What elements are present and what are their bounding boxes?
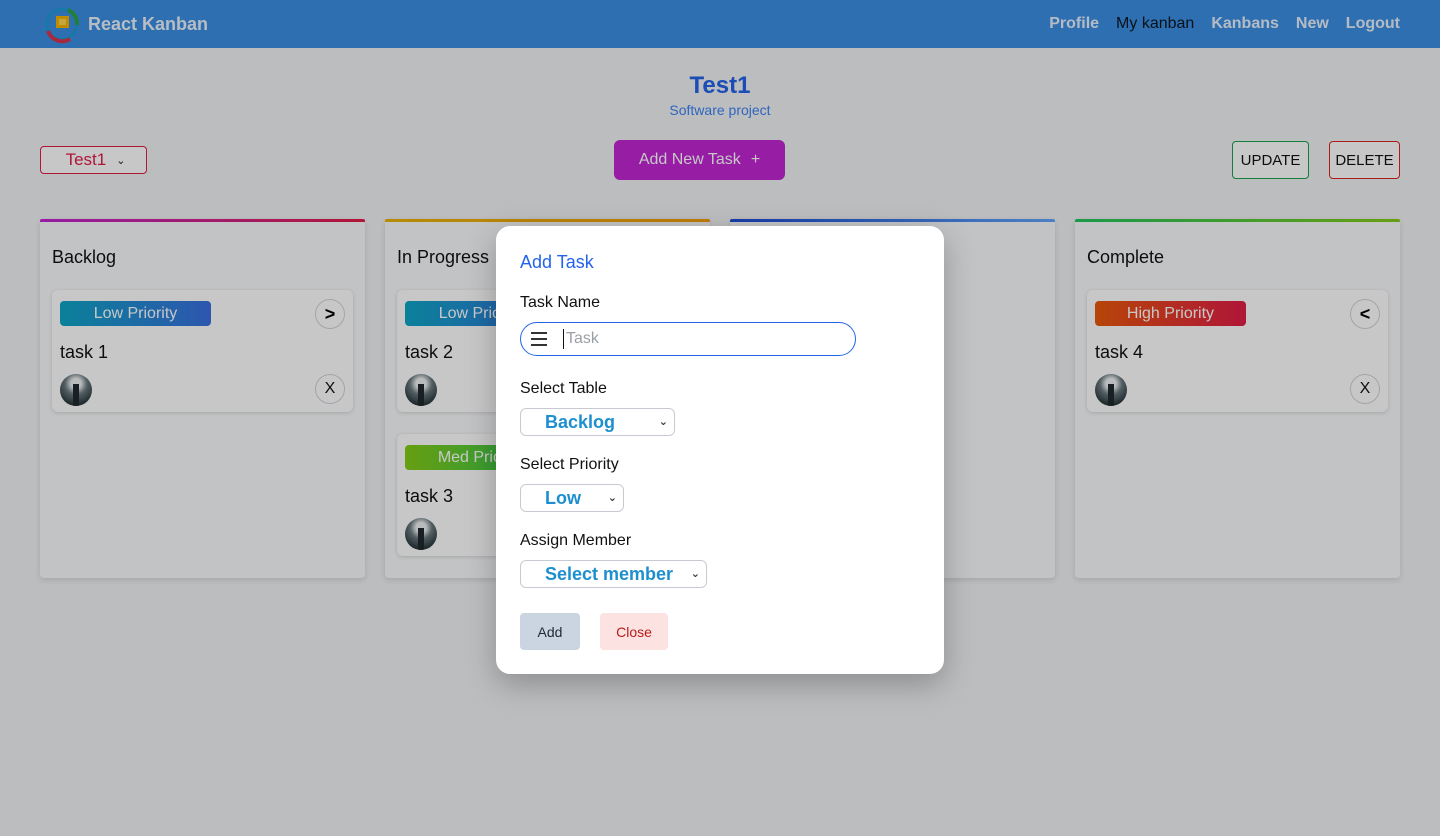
list-icon — [531, 332, 547, 346]
select-priority-label: Select Priority — [520, 456, 619, 473]
chevron-down-icon: ⌄ — [690, 568, 700, 580]
task-name-field[interactable] — [520, 322, 856, 356]
select-table-value: Backlog — [545, 411, 616, 432]
assign-member-label: Assign Member — [520, 532, 632, 549]
add-task-modal: Add Task Task Name Select Table Backlog … — [496, 226, 944, 674]
modal-title: Add Task — [520, 252, 594, 272]
task-name-label: Task Name — [520, 294, 601, 311]
assign-member-dropdown[interactable]: Select member ⌄ — [520, 560, 707, 588]
assign-member-value: Select member — [545, 563, 674, 584]
text-cursor — [563, 329, 564, 349]
close-button[interactable]: Close — [600, 613, 668, 650]
chevron-down-icon: ⌄ — [607, 492, 617, 504]
select-priority-dropdown[interactable]: Low ⌄ — [520, 484, 624, 512]
select-table-dropdown[interactable]: Backlog ⌄ — [520, 408, 675, 436]
select-priority-value: Low — [545, 487, 581, 508]
task-name-input[interactable] — [566, 330, 826, 348]
chevron-down-icon: ⌄ — [658, 416, 668, 428]
add-button[interactable]: Add — [520, 613, 580, 650]
select-table-label: Select Table — [520, 380, 607, 397]
